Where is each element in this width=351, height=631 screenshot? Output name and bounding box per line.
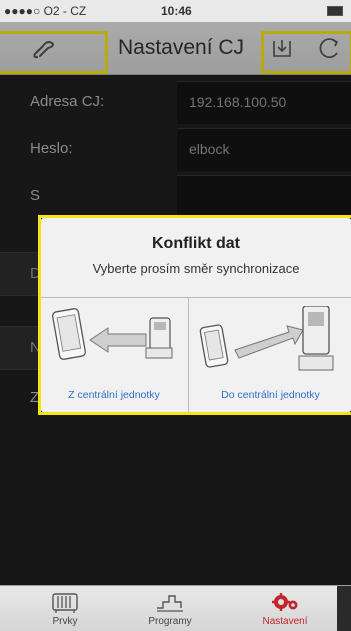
tab-programy[interactable]: Programy [135, 586, 205, 631]
tab-label-programy: Programy [148, 616, 192, 627]
tab-label-nastaveni: Nastavení [262, 616, 308, 627]
screen: ●●●●○ O2 - CZ 10:46 Nastavení CJ Adresa … [0, 0, 351, 631]
radiator-icon [50, 590, 80, 619]
tab-bar: Prvky Programy Nastavení [0, 585, 351, 631]
battery-icon [327, 6, 343, 16]
tab-prvky[interactable]: Prvky [30, 586, 100, 631]
connection-indicator-icon [337, 586, 351, 631]
tab-nastaveni[interactable]: Nastavení [250, 586, 320, 631]
highlight-box-dialog [38, 215, 351, 415]
program-icon [155, 590, 185, 619]
tab-label-prvky: Prvky [52, 616, 78, 627]
status-bar: ●●●●○ O2 - CZ 10:46 [0, 0, 351, 22]
clock: 10:46 [161, 4, 192, 18]
carrier-label: ●●●●○ O2 - CZ [4, 4, 87, 18]
gears-icon [270, 590, 300, 619]
